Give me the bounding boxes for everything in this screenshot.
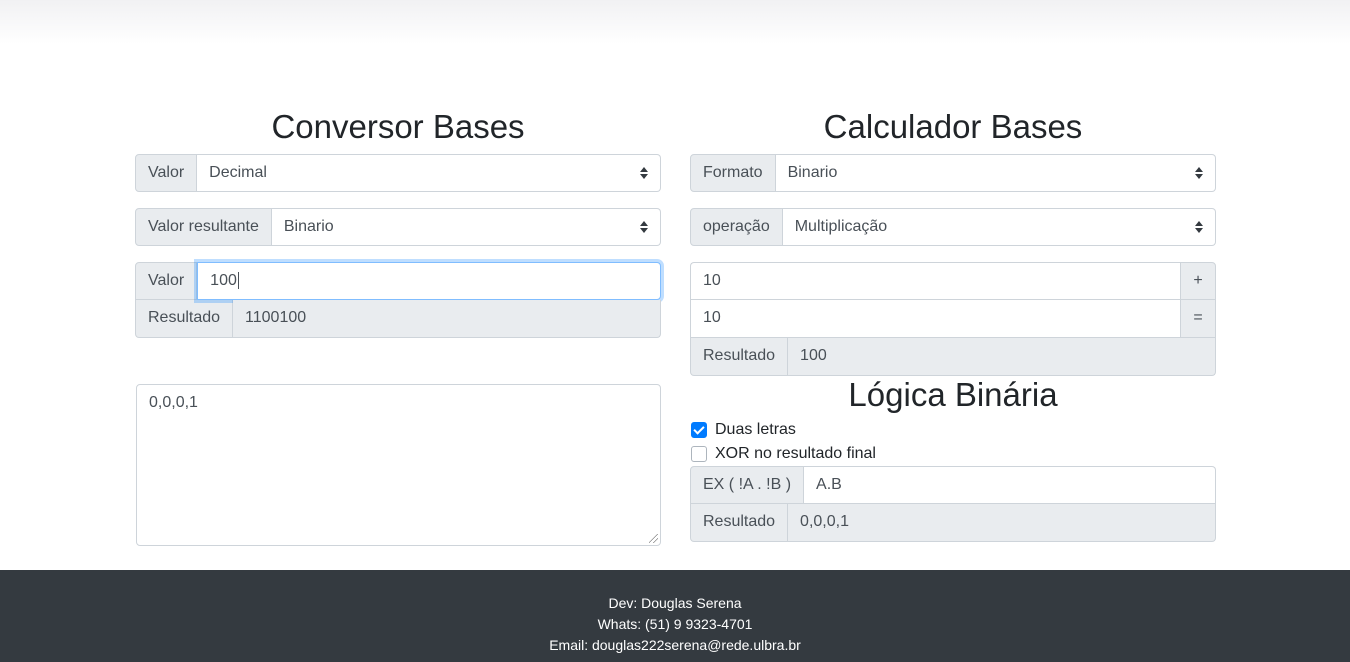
- two-letters-option[interactable]: Duas letras: [690, 418, 1216, 442]
- expression-group: EX ( !A . !B ) A.B: [690, 466, 1216, 504]
- operand2-input[interactable]: 10: [690, 300, 1180, 338]
- value-label: Valor: [135, 262, 198, 300]
- value-input[interactable]: 100: [197, 262, 661, 300]
- from-base-group: Valor Decimal: [135, 154, 661, 192]
- operation-label: operação: [690, 208, 783, 246]
- expression-text: A.B: [816, 476, 842, 493]
- operation-group: operação Multiplicação: [690, 208, 1216, 246]
- to-base-label: Valor resultante: [135, 208, 272, 246]
- to-base-group: Valor resultante Binario: [135, 208, 661, 246]
- text-caret: [237, 272, 239, 290]
- expression-input[interactable]: A.B: [804, 466, 1216, 504]
- two-letters-label: Duas letras: [715, 421, 796, 438]
- two-letters-checkbox[interactable]: [691, 422, 707, 438]
- footer-email: Email: douglas222serena@rede.ulbra.br: [549, 637, 801, 653]
- calculator-result-group: Resultado 100: [690, 338, 1216, 376]
- value-input-text: 100: [210, 272, 237, 289]
- from-base-label: Valor: [135, 154, 198, 192]
- operand1-input[interactable]: 10: [690, 262, 1180, 300]
- xor-label: XOR no resultado final: [715, 445, 876, 462]
- footer-dev: Dev: Douglas Serena: [608, 595, 742, 611]
- logic-result-field: 0,0,0,1: [788, 504, 1216, 542]
- to-base-select[interactable]: Binario: [271, 208, 661, 246]
- converter-result-label: Resultado: [135, 300, 234, 338]
- logic-result-value: 0,0,0,1: [800, 513, 849, 530]
- operand2-group: 10 =: [690, 300, 1216, 338]
- top-navbar: [0, 0, 1350, 44]
- logic-result-group: Resultado 0,0,0,1: [690, 504, 1216, 542]
- equals-button[interactable]: =: [1180, 300, 1216, 338]
- converter-result-field: 1100100: [233, 300, 661, 338]
- logic-title: Lógica Binária: [848, 376, 1058, 413]
- format-group: Formato Binario: [690, 154, 1216, 192]
- operand1-group: 10 +: [690, 262, 1216, 300]
- select-arrows-icon: [1195, 167, 1203, 179]
- calculator-result-label: Resultado: [690, 338, 789, 376]
- calculator-section: Calculador Bases Formato Binario operaçã…: [690, 104, 1216, 542]
- format-select[interactable]: Binario: [775, 154, 1216, 192]
- select-arrows-icon: [640, 167, 648, 179]
- format-selected: Binario: [787, 164, 838, 181]
- operation-selected: Multiplicação: [794, 218, 888, 235]
- from-base-selected: Decimal: [209, 164, 267, 181]
- calculator-result-value: 100: [800, 347, 827, 364]
- to-base-selected: Binario: [283, 218, 334, 235]
- calculator-title: Calculador Bases: [823, 108, 1083, 145]
- value-group: Valor 100: [135, 262, 661, 300]
- converter-result-value: 1100100: [245, 309, 307, 326]
- expression-label: EX ( !A . !B ): [690, 466, 805, 504]
- operand1-text: 10: [703, 272, 721, 289]
- format-label: Formato: [690, 154, 776, 192]
- xor-option[interactable]: XOR no resultado final: [690, 442, 1216, 466]
- converter-result-group: Resultado 1100100: [135, 300, 661, 338]
- operand2-text: 10: [703, 309, 721, 326]
- logic-result-label: Resultado: [690, 504, 789, 542]
- plus-button[interactable]: +: [1180, 262, 1216, 300]
- calculator-result-field: 100: [788, 338, 1216, 376]
- footer: Dev: Douglas Serena Whats: (51) 9 9323-4…: [0, 570, 1350, 662]
- operation-select[interactable]: Multiplicação: [782, 208, 1216, 246]
- converter-title: Conversor Bases: [271, 108, 525, 145]
- converter-textarea[interactable]: 0,0,0,1: [136, 384, 661, 546]
- footer-whats: Whats: (51) 9 9323-4701: [597, 616, 753, 632]
- xor-checkbox[interactable]: [691, 446, 707, 462]
- textarea-content: 0,0,0,1: [149, 394, 198, 411]
- converter-section: Conversor Bases Valor Decimal Valor resu…: [135, 104, 661, 338]
- resize-handle-icon[interactable]: [649, 534, 658, 543]
- from-base-select[interactable]: Decimal: [197, 154, 661, 192]
- select-arrows-icon: [640, 221, 648, 233]
- select-arrows-icon: [1195, 221, 1203, 233]
